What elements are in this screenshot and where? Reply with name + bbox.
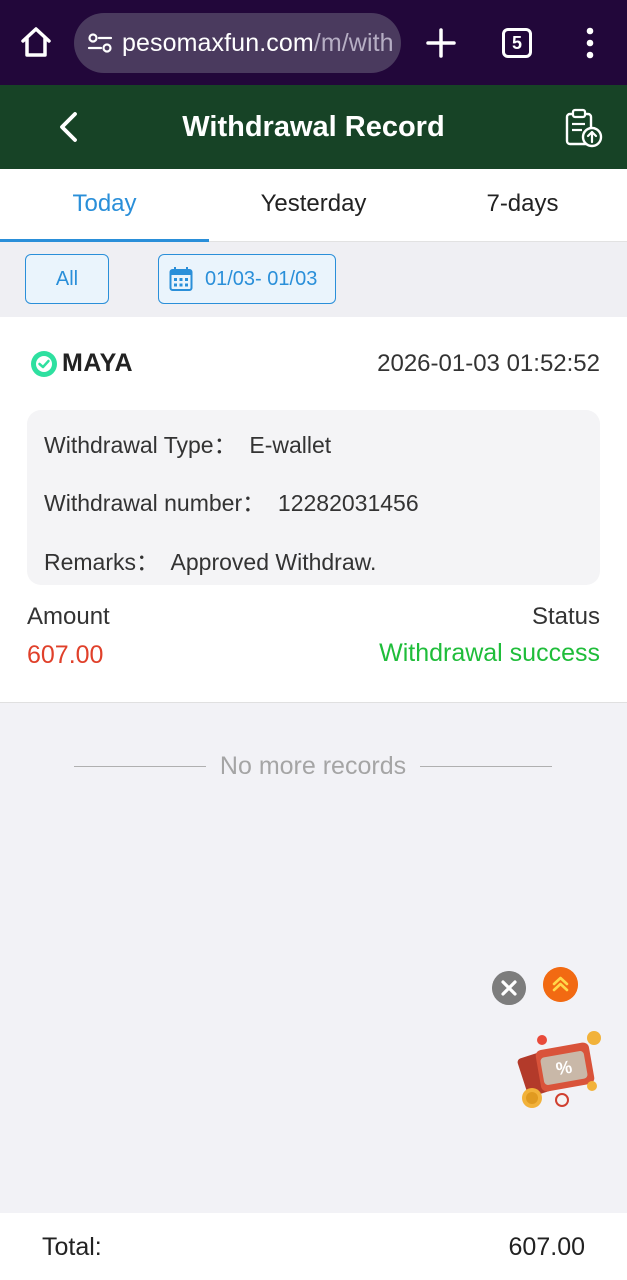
no-more-records-text: No more records	[219, 751, 407, 780]
amount-label: Amount	[27, 603, 110, 630]
record-timestamp: 2026-01-03 01:52:52	[377, 350, 600, 377]
list-end-indicator: No more records	[74, 748, 553, 784]
total-label: Total:	[42, 1233, 102, 1261]
promo-coupon-icon[interactable]: %	[512, 1026, 608, 1112]
browser-toolbar: pesomaxfun.com/m/with 5	[0, 0, 627, 85]
provider-name: MAYA	[62, 349, 134, 377]
withdrawal-type: Withdrawal Type： E-wallet	[44, 432, 332, 458]
svg-text:%: %	[554, 1057, 573, 1079]
divider-left	[74, 765, 206, 767]
calendar-icon	[169, 267, 193, 291]
page-title: Withdrawal Record	[182, 111, 445, 143]
tab-7-days[interactable]: 7-days	[418, 169, 627, 241]
date-range-text: 01/03- 01/03	[205, 267, 318, 290]
divider-right	[420, 765, 553, 767]
status-label: Status	[531, 603, 600, 630]
url-domain: pesomaxfun.com	[122, 28, 314, 57]
remarks: Remarks： Approved Withdraw.	[44, 549, 377, 575]
record-details: Withdrawal Type： E-wallet Withdrawal num…	[27, 410, 600, 585]
app-header: Withdrawal Record	[0, 85, 627, 169]
url-text: pesomaxfun.com/m/with	[122, 29, 394, 58]
clipboard-upload-icon[interactable]	[562, 107, 604, 149]
close-icon[interactable]	[492, 971, 526, 1005]
scroll-to-top-icon[interactable]	[543, 967, 578, 1002]
withdrawal-record-card[interactable]: MAYA 2026-01-03 01:52:52 Withdrawal Type…	[0, 317, 627, 703]
address-bar[interactable]: pesomaxfun.com/m/with	[74, 13, 401, 73]
date-tabs: Today Yesterday 7-days	[0, 169, 627, 242]
date-range-picker[interactable]: 01/03- 01/03	[158, 254, 336, 304]
total-footer: Total: 607.00	[0, 1213, 627, 1280]
tab-yesterday[interactable]: Yesterday	[209, 169, 418, 241]
filter-all-button[interactable]: All	[25, 254, 109, 304]
more-menu-icon[interactable]	[580, 26, 600, 60]
home-icon[interactable]	[18, 24, 54, 60]
new-tab-icon[interactable]	[424, 26, 458, 60]
back-arrow-icon[interactable]	[54, 109, 84, 145]
tab-today[interactable]: Today	[0, 169, 209, 242]
url-path: /m/with	[313, 28, 394, 57]
filter-row: All 01/03- 01/03	[0, 242, 627, 317]
status-value: Withdrawal success	[379, 639, 600, 667]
withdrawal-number: Withdrawal number： 12282031456	[44, 490, 419, 516]
maya-logo-icon	[31, 350, 57, 377]
site-settings-icon[interactable]	[86, 29, 114, 57]
tab-switcher-button[interactable]: 5	[502, 28, 532, 58]
amount-value: 607.00	[27, 641, 104, 669]
total-value: 607.00	[508, 1233, 585, 1261]
provider: MAYA	[30, 349, 133, 378]
